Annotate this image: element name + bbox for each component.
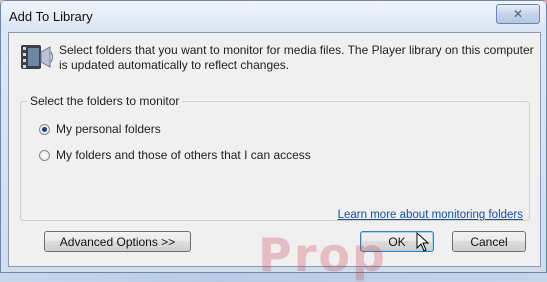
cancel-button[interactable]: Cancel: [452, 231, 526, 252]
title-bar[interactable]: Add To Library ✕: [1, 1, 546, 31]
folders-group: Select the folders to monitor My persona…: [20, 94, 530, 221]
group-legend: Select the folders to monitor: [27, 94, 183, 108]
radio-button-selected[interactable]: [39, 123, 50, 135]
radio-button[interactable]: [39, 149, 50, 161]
mouse-cursor-icon: [416, 231, 430, 252]
radio-label: My folders and those of others that I ca…: [56, 148, 311, 162]
background-watermark: Prop: [258, 228, 387, 282]
x-close-icon: ✕: [512, 7, 524, 21]
close-button[interactable]: ✕: [496, 4, 540, 24]
media-library-icon: [20, 42, 54, 72]
intro-text: Select folders that you want to monitor …: [59, 43, 534, 72]
learn-more-link[interactable]: Learn more about monitoring folders: [338, 209, 523, 221]
radio-personal-folders[interactable]: My personal folders: [39, 122, 161, 136]
window-title: Add To Library: [9, 9, 93, 24]
advanced-options-button[interactable]: Advanced Options >>: [44, 231, 191, 252]
radio-all-folders[interactable]: My folders and those of others that I ca…: [39, 148, 311, 162]
radio-label: My personal folders: [56, 122, 161, 136]
